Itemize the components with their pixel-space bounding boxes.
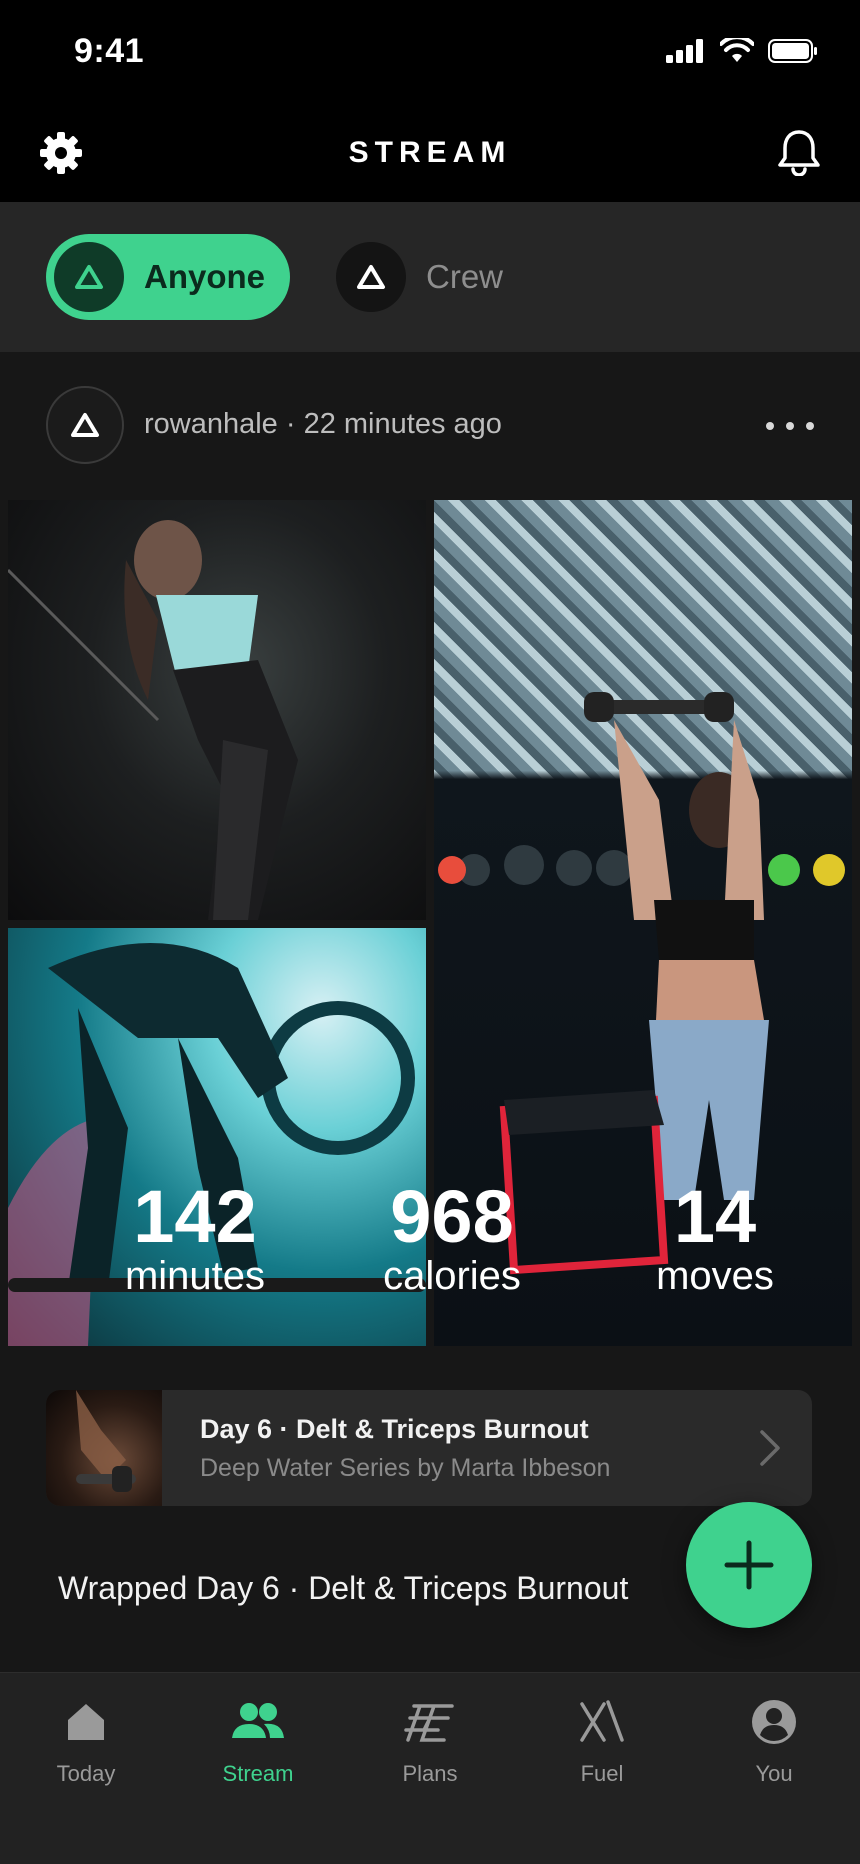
tab-label: Today (56, 1761, 116, 1786)
status-icons (666, 38, 818, 64)
notifications-button[interactable] (776, 128, 822, 177)
stat-unit: calories (383, 1254, 521, 1298)
tab-label: Fuel (580, 1761, 624, 1786)
status-time: 9:41 (74, 32, 145, 70)
add-post-button[interactable] (686, 1502, 812, 1628)
tab-plans[interactable]: Plans (344, 1695, 516, 1795)
workout-stats: 142 minutes 968 calories 14 moves (110, 1180, 810, 1320)
page-title: STREAM (348, 136, 512, 169)
workout-title: Day 6 · Delt & Triceps Burnout (200, 1414, 589, 1444)
filter-chip-anyone[interactable]: Anyone (46, 234, 290, 320)
workout-card[interactable]: Day 6 · Delt & Triceps Burnout Deep Wate… (46, 1390, 812, 1506)
tab-fuel[interactable]: Fuel (516, 1695, 688, 1795)
stat-moves: 14 moves (650, 1180, 780, 1300)
chevron-right-icon (760, 1430, 780, 1466)
chip-label: Crew (426, 258, 504, 295)
stat-calories: 968 calories (380, 1180, 524, 1300)
dumbbell-hand-image (76, 1390, 136, 1492)
status-bar: 9:41 (0, 0, 860, 100)
author-avatar[interactable] (46, 386, 124, 464)
bell-icon (778, 130, 820, 177)
stat-unit: moves (656, 1254, 774, 1298)
filter-chip-crew[interactable]: Crew (336, 234, 536, 320)
dot (786, 422, 794, 430)
chip-avatar (54, 242, 124, 312)
people-icon (232, 1703, 284, 1738)
workout-subtitle: Deep Water Series by Marta Ibbeson (200, 1454, 611, 1482)
plus-icon (724, 1540, 774, 1590)
tab-bar: Today Stream Plans Fuel You (0, 1672, 860, 1864)
stat-value: 968 (390, 1175, 514, 1258)
post-caption: Wrapped Day 6 · Delt & Triceps Burnout (58, 1570, 629, 1606)
stat-value: 142 (133, 1175, 257, 1258)
tab-today[interactable]: Today (0, 1695, 172, 1795)
app-header: STREAM (0, 100, 860, 202)
chip-avatar (336, 242, 406, 312)
post-photo[interactable] (8, 500, 426, 920)
home-icon (68, 1704, 104, 1740)
workout-thumbnail (46, 1390, 162, 1506)
stat-unit: minutes (124, 1254, 266, 1298)
chip-label: Anyone (144, 258, 266, 295)
profile-icon (752, 1700, 796, 1744)
triangle-logo-icon (75, 265, 103, 289)
plans-icon (404, 1704, 454, 1742)
stat-minutes: 142 minutes (110, 1180, 280, 1300)
feed[interactable]: rowanhale · 22 minutes ago 142 minutes 9… (0, 352, 860, 1672)
dot (766, 422, 774, 430)
more-options-button[interactable] (760, 408, 820, 444)
post-meta[interactable]: rowanhale · 22 minutes ago (144, 408, 502, 441)
tab-label: Plans (402, 1761, 458, 1786)
tab-label: You (755, 1761, 793, 1786)
battery-icon (768, 39, 817, 63)
triangle-logo-icon (357, 265, 385, 289)
tab-label: Stream (222, 1761, 294, 1786)
fuel-icon (580, 1700, 624, 1742)
tab-you[interactable]: You (688, 1695, 860, 1795)
photo-grid[interactable] (8, 500, 852, 1346)
wifi-icon (720, 38, 754, 62)
cellular-signal-icon (666, 39, 703, 63)
tab-stream[interactable]: Stream (172, 1695, 344, 1795)
triangle-logo-icon (71, 413, 99, 437)
stat-value: 14 (673, 1175, 757, 1258)
athlete-silhouette (8, 520, 298, 920)
filter-bar: Anyone Crew (0, 202, 860, 352)
dot (806, 422, 814, 430)
